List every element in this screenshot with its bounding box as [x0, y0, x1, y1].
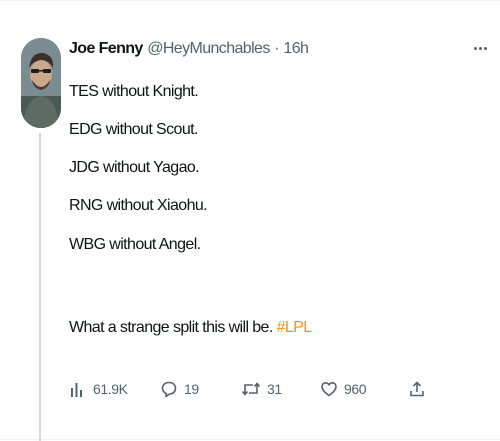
like-button[interactable]: 960 [320, 377, 367, 401]
tweet-header: Joe Fenny @HeyMunchables · 16h [69, 39, 309, 59]
retweet-arrows-icon [241, 382, 261, 396]
tweet-timestamp[interactable]: 16h [283, 40, 309, 57]
tweet-actions-bar: 61.9K 19 31 960 [69, 377, 429, 401]
hashtag-link[interactable]: #LPL [277, 319, 313, 336]
reply-count: 19 [184, 381, 199, 397]
tweet-line: WBG without Angel. [69, 236, 201, 253]
share-upload-icon [410, 381, 424, 397]
more-horizontal-icon [473, 46, 487, 50]
tweet-line: TES without Knight. [69, 83, 199, 100]
author-handle[interactable]: @HeyMunchables [147, 40, 270, 57]
tweet-card: Joe Fenny @HeyMunchables · 16h TES witho… [0, 0, 500, 441]
thread-connector-line [39, 133, 41, 441]
author-name[interactable]: Joe Fenny [69, 40, 143, 57]
closing-text: What a strange split this will be. [69, 319, 277, 336]
retweet-count: 31 [267, 381, 282, 397]
tweet-line: RNG without Xiaohu. [69, 197, 208, 214]
reply-button[interactable]: 19 [160, 377, 199, 401]
more-options-button[interactable] [468, 41, 492, 55]
avatar-photo [21, 38, 61, 128]
retweet-button[interactable]: 31 [241, 377, 282, 401]
share-button[interactable] [409, 377, 425, 401]
like-count: 960 [344, 381, 367, 397]
avatar[interactable] [21, 38, 61, 128]
tweet-line: EDG without Scout. [69, 121, 198, 138]
speech-bubble-icon [161, 381, 177, 398]
views-count: 61.9K [93, 381, 128, 397]
bar-chart-icon [71, 383, 82, 397]
header-separator: · [274, 40, 279, 57]
views-button[interactable]: 61.9K [69, 377, 128, 401]
tweet-line: JDG without Yagao. [69, 159, 200, 176]
tweet-closing-line: What a strange split this will be. #LPL [69, 318, 312, 338]
heart-icon [321, 382, 337, 397]
